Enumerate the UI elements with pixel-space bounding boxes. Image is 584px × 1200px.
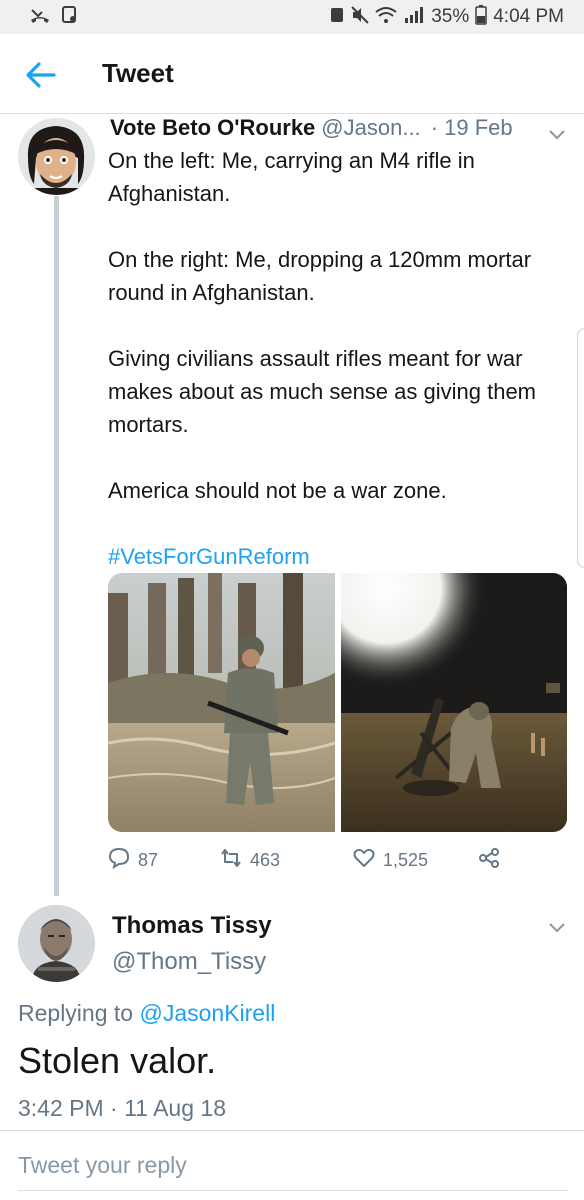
reply-input[interactable]: Tweet your reply — [18, 1152, 187, 1179]
status-left — [30, 6, 78, 28]
divider — [0, 1130, 584, 1131]
chevron-down-icon[interactable] — [548, 920, 566, 934]
top-app-bar: Tweet — [0, 34, 584, 114]
like-button[interactable]: 1,525 — [353, 847, 428, 874]
reply-author-handle[interactable]: @Thom_Tissy — [112, 948, 266, 976]
tweet-date[interactable]: · 19 Feb — [431, 115, 513, 141]
mention-link[interactable]: @JasonKirell — [139, 1000, 275, 1026]
thread-connector-line — [54, 196, 59, 896]
scroll-handle[interactable] — [577, 328, 584, 568]
page-title: Tweet — [102, 58, 174, 88]
missed-call-icon — [30, 6, 50, 28]
share-button[interactable] — [478, 847, 500, 874]
author-name[interactable]: Vote Beto O'Rourke — [110, 115, 315, 141]
photo-soldier-rifle[interactable] — [108, 573, 335, 832]
tweet-paragraph: On the right: Me, dropping a 120mm morta… — [108, 247, 532, 305]
author-handle[interactable]: @Jason... — [321, 115, 420, 141]
chevron-down-icon[interactable] — [548, 121, 566, 140]
retweet-button[interactable]: 463 — [220, 847, 280, 874]
tweet-header: Vote Beto O'Rourke @Jason... · 19 Feb — [110, 115, 570, 145]
tweet-body: On the left: Me, carrying an M4 rifle in… — [108, 144, 558, 573]
app-notification-icon — [62, 6, 78, 28]
status-right: 35% 4:04 PM — [329, 5, 564, 29]
status-bar: 35% 4:04 PM — [0, 0, 584, 34]
tweet-actions: 87 463 1,525 — [108, 845, 528, 875]
reply-icon — [108, 847, 130, 874]
reply-timestamp: 3:42 PM · 11 Aug 18 — [18, 1095, 226, 1121]
avatar[interactable] — [18, 118, 95, 195]
retweet-icon — [220, 847, 242, 874]
like-count: 1,525 — [383, 849, 429, 870]
tweet-paragraph: On the left: Me, carrying an M4 rifle in… — [108, 148, 475, 206]
reply-button[interactable]: 87 — [108, 847, 158, 874]
replying-to: Replying to @JasonKirell — [18, 1000, 275, 1027]
battery-percent: 35% — [431, 6, 470, 27]
wifi-icon — [375, 6, 397, 28]
alarm-icon — [329, 6, 345, 28]
back-arrow-icon[interactable] — [24, 58, 58, 92]
avatar[interactable] — [18, 905, 95, 982]
heart-icon — [353, 847, 375, 874]
signal-icon — [403, 6, 425, 28]
photo-mortar-night[interactable] — [340, 573, 567, 832]
reply-body: Stolen valor. — [18, 1040, 217, 1081]
retweet-count: 463 — [250, 849, 281, 870]
status-time: 4:04 PM — [493, 6, 564, 27]
tweet-paragraph: America should not be a war zone. — [108, 478, 447, 503]
tweet-paragraph: Giving civilians assault rifles meant fo… — [108, 346, 537, 437]
share-icon — [478, 847, 500, 874]
tweet-media[interactable] — [108, 573, 567, 832]
replying-to-prefix: Replying to — [18, 1000, 140, 1026]
hashtag-link[interactable]: #VetsForGunReform — [108, 544, 310, 569]
reply-input-underline — [18, 1190, 568, 1191]
reply-author-name[interactable]: Thomas Tissy — [112, 912, 272, 940]
mute-icon — [351, 6, 369, 28]
reply-count: 87 — [138, 849, 159, 870]
battery-icon — [475, 5, 487, 29]
